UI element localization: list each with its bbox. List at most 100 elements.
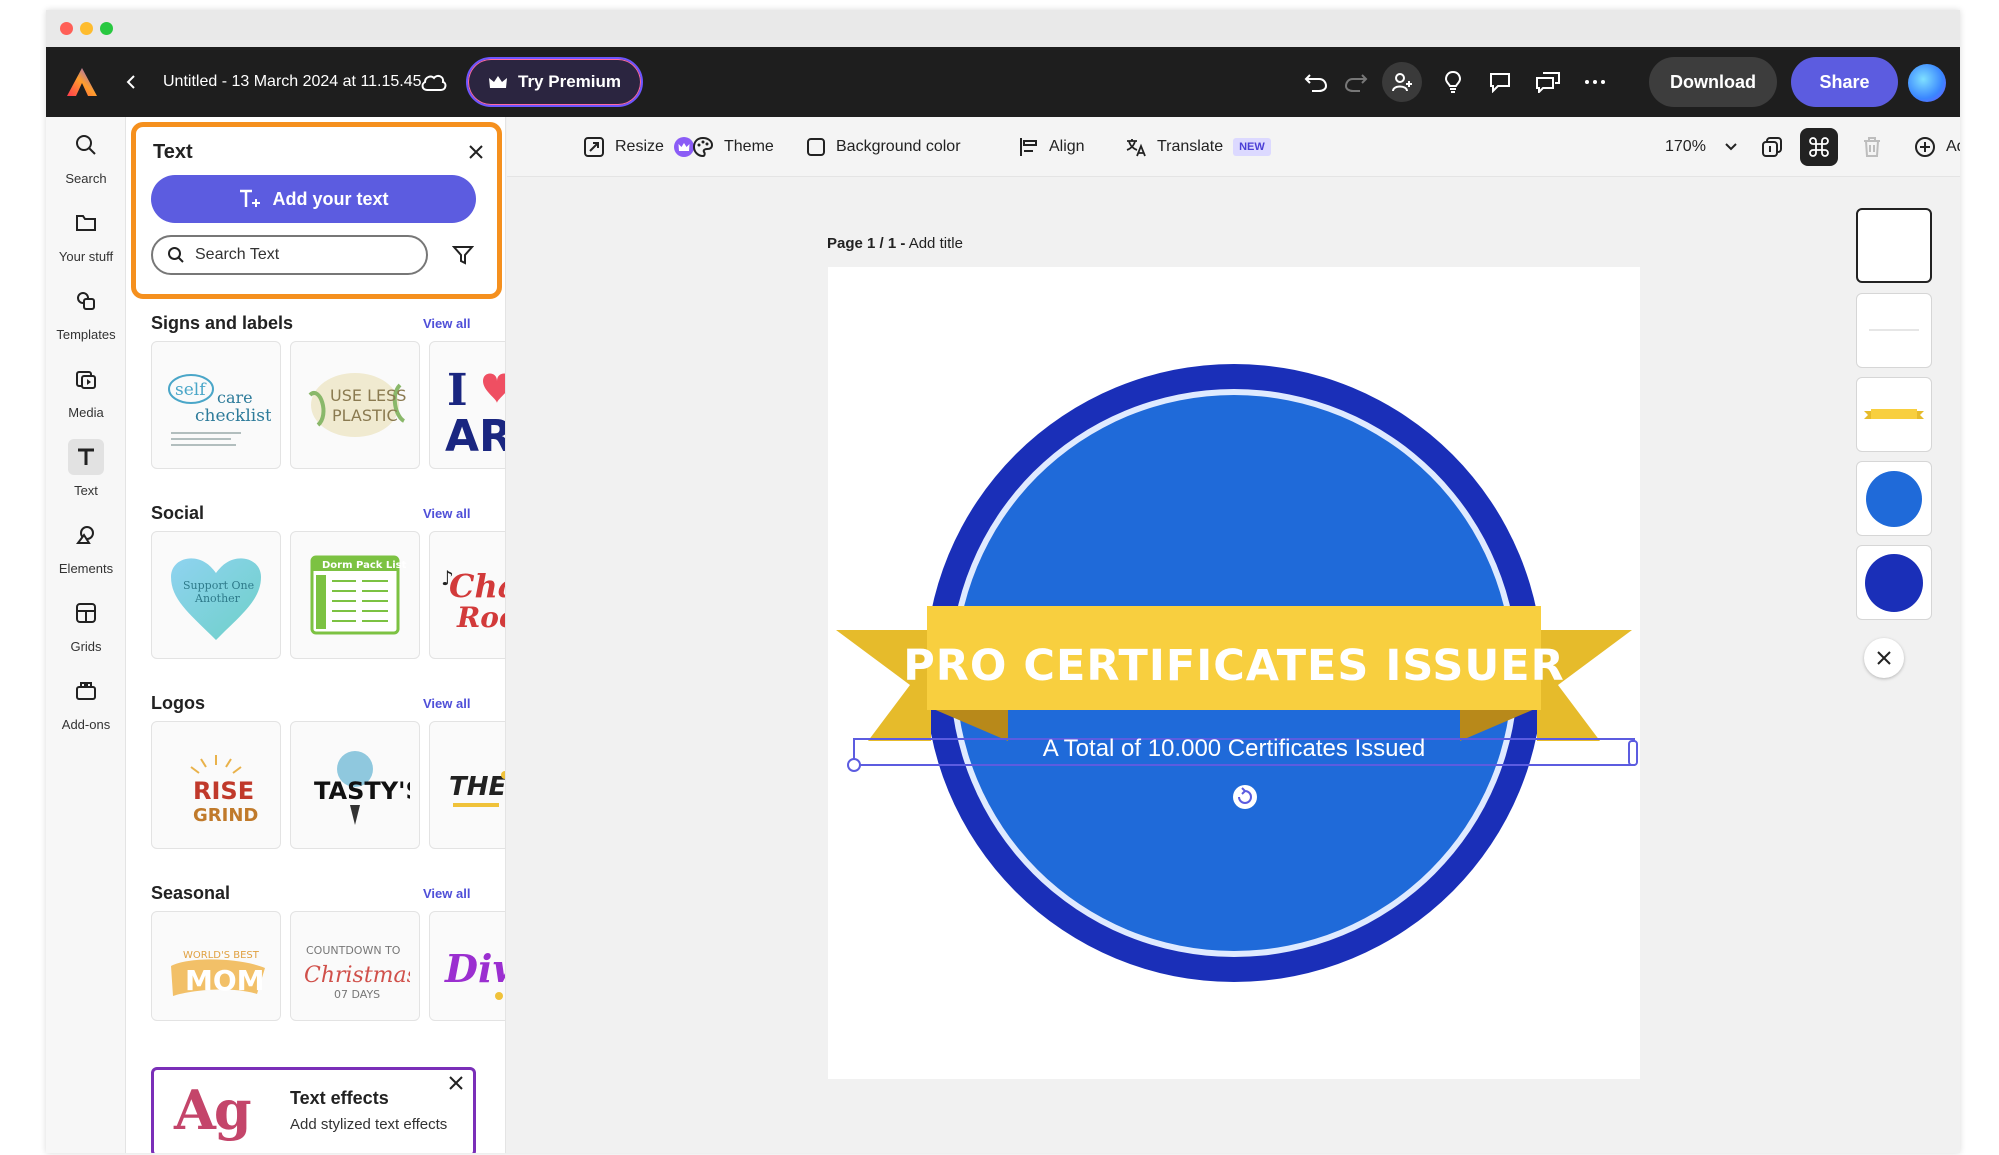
rail-label: Your stuff <box>58 249 114 264</box>
share-button[interactable]: Share <box>1791 57 1898 107</box>
rail-item-elements[interactable]: Elements <box>46 517 126 587</box>
page-thumbnail[interactable] <box>1856 377 1932 452</box>
resize-button[interactable]: Resize <box>583 117 694 177</box>
template-card[interactable]: ChaRock♪ <box>429 531 506 659</box>
adobe-express-logo-icon[interactable] <box>64 64 100 100</box>
layers-icon[interactable] <box>1761 117 1783 177</box>
rail-item-media[interactable]: Media <box>46 361 126 431</box>
try-premium-button[interactable]: Try Premium <box>466 57 643 107</box>
svg-text:GRIND: GRIND <box>193 805 258 826</box>
close-icon[interactable] <box>461 137 491 167</box>
minimize-window-button[interactable] <box>80 22 93 35</box>
text-effects-sample: Ag <box>174 1078 252 1142</box>
rail-item-your-stuff[interactable]: Your stuff <box>46 205 126 275</box>
template-card[interactable]: WORLD'S BEST MOM <box>151 911 281 1021</box>
document-title[interactable]: Untitled - 13 March 2024 at 11.15.45 <box>163 47 422 117</box>
section-title: Signs and labels <box>151 313 294 333</box>
window-titlebar <box>46 10 1960 47</box>
present-icon[interactable] <box>1531 65 1565 99</box>
design-canvas[interactable]: PRO CERTIFICATES ISSUER A Total of 10.00… <box>828 267 1640 1079</box>
top-bar: Untitled - 13 March 2024 at 11.15.45 Try… <box>46 47 1960 117</box>
template-card[interactable]: USE LESS PLASTIC <box>290 341 420 469</box>
template-card[interactable]: Diw <box>429 911 505 1021</box>
rail-label: Text <box>74 483 98 498</box>
rail-item-search[interactable]: Search <box>46 127 126 197</box>
background-color-button[interactable]: Background color <box>806 117 961 177</box>
rail-label: Add-ons <box>61 717 111 732</box>
add-your-text-button[interactable]: Add your text <box>151 175 476 223</box>
section-title: Seasonal <box>151 883 231 903</box>
palette-icon <box>692 136 714 158</box>
svg-text:AR: AR <box>445 411 506 455</box>
avatar[interactable] <box>1908 64 1946 102</box>
template-card[interactable]: IAR <box>429 341 506 469</box>
template-card[interactable]: Dorm Pack List <box>290 531 420 659</box>
view-all-link[interactable]: View all <box>423 696 470 711</box>
rail-item-add-ons[interactable]: Add-ons <box>46 673 126 743</box>
search-text-input[interactable]: Search Text <box>151 235 428 275</box>
template-card[interactable]: COUNTDOWN TO Christmas 07 DAYS <box>290 911 420 1021</box>
undo-icon[interactable] <box>1299 65 1333 99</box>
template-card[interactable]: RISE GRIND <box>151 721 281 849</box>
align-button[interactable]: Align <box>1019 117 1085 177</box>
svg-text:07 DAYS: 07 DAYS <box>334 988 380 1001</box>
back-chevron-icon[interactable] <box>116 67 146 97</box>
template-card[interactable]: Support One Another <box>151 531 281 659</box>
more-options-icon[interactable] <box>1578 65 1612 99</box>
translate-button[interactable]: Translate NEW <box>1125 117 1271 177</box>
svg-text:Dorm Pack List: Dorm Pack List <box>322 560 407 571</box>
add-text-label: Add your text <box>272 188 389 209</box>
cloud-icon[interactable] <box>418 67 450 97</box>
comment-icon[interactable] <box>1483 65 1517 99</box>
view-all-link[interactable]: View all <box>423 316 470 331</box>
redo-icon[interactable] <box>1339 65 1373 99</box>
align-left-icon <box>1020 138 1037 156</box>
section-title: Social <box>151 503 205 523</box>
svg-text:Support One: Support One <box>183 579 254 592</box>
arrange-button[interactable] <box>1800 117 1838 177</box>
template-card[interactable]: THE <box>429 721 506 849</box>
zoom-value: 170% <box>1665 138 1706 155</box>
command-icon <box>1800 128 1838 166</box>
section-title: Logos <box>151 693 205 713</box>
page-label[interactable]: Page 1 / 1 - Add title <box>827 235 963 252</box>
text-panel: Text Add your text Search Text Signs and… <box>126 117 506 1153</box>
align-label: Align <box>1049 138 1085 155</box>
rotate-handle[interactable] <box>1233 785 1257 809</box>
rail-item-templates[interactable]: Templates <box>46 283 126 353</box>
rail-item-text[interactable]: Text <box>46 439 126 509</box>
zoom-select[interactable]: 170% <box>1665 117 1738 177</box>
maximize-window-button[interactable] <box>100 22 113 35</box>
certificate-subtitle[interactable]: A Total of 10.000 Certificates Issued <box>828 735 1640 763</box>
view-all-link[interactable]: View all <box>423 506 470 521</box>
invite-user-icon[interactable] <box>1382 62 1422 102</box>
svg-text:THE: THE <box>449 772 506 802</box>
page-thumbnail[interactable] <box>1856 293 1932 368</box>
page-thumbnail[interactable] <box>1856 208 1932 283</box>
lightbulb-icon[interactable] <box>1436 65 1470 99</box>
rail-item-grids[interactable]: Grids <box>46 595 126 665</box>
svg-text:Another: Another <box>194 592 241 605</box>
text-effects-card[interactable]: Ag Text effects Add stylized text effect… <box>151 1067 476 1153</box>
template-card[interactable]: self care checklist <box>151 341 281 469</box>
trash-icon[interactable] <box>1862 117 1882 177</box>
template-card[interactable]: TASTY'S <box>290 721 420 849</box>
text-icon <box>68 439 104 475</box>
svg-text:TASTY'S: TASTY'S <box>314 777 410 805</box>
templates-icon <box>68 283 104 319</box>
page-thumbnail[interactable] <box>1856 461 1932 536</box>
view-all-link[interactable]: View all <box>423 886 470 901</box>
filter-icon[interactable] <box>446 238 480 272</box>
close-window-button[interactable] <box>60 22 73 35</box>
close-icon[interactable] <box>449 1076 463 1090</box>
svg-text:self: self <box>175 380 207 400</box>
theme-button[interactable]: Theme <box>692 117 774 177</box>
svg-text:care: care <box>217 388 253 407</box>
add-button[interactable]: Add <box>1914 117 1960 177</box>
download-button[interactable]: Download <box>1649 57 1777 107</box>
search-icon <box>68 127 104 163</box>
certificate-title[interactable]: PRO CERTIFICATES ISSUER <box>828 641 1640 691</box>
svg-text:Cha: Cha <box>449 567 506 605</box>
page-thumbnail[interactable] <box>1856 545 1932 620</box>
close-icon[interactable] <box>1864 638 1904 678</box>
